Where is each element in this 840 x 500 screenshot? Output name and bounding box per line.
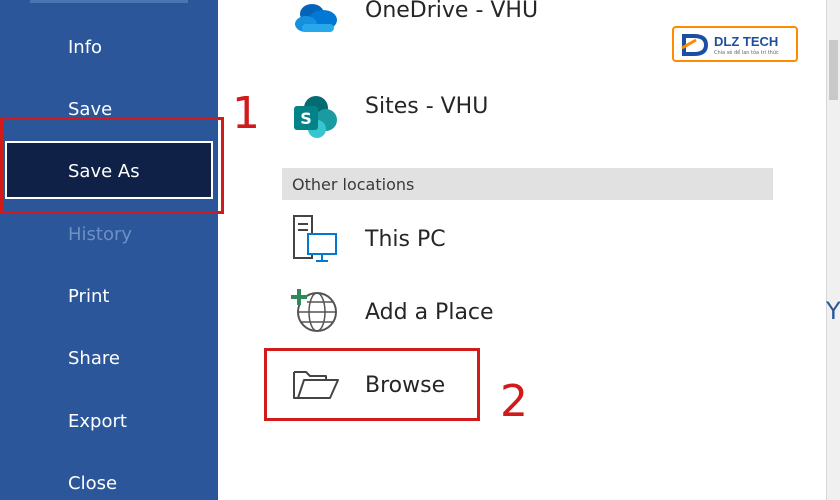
annotation-box-save-as [0,117,224,214]
sidebar-item-print[interactable]: Print [68,286,109,307]
scrollbar-thumb[interactable] [829,40,838,100]
location-sites[interactable]: Sites - VHU [365,94,488,119]
computer-icon [292,214,340,268]
location-onedrive[interactable]: OneDrive - VHU [365,0,538,23]
section-header-other-locations: Other locations [282,168,773,200]
dlz-logo-mark-icon [681,34,709,56]
sidebar-item-export[interactable]: Export [68,411,127,432]
section-header-label: Other locations [292,175,415,194]
onedrive-icon [292,0,340,40]
annotation-number-2: 2 [500,376,528,427]
annotation-number-1: 1 [232,88,260,139]
sharepoint-icon: S [292,94,340,144]
dlz-tech-logo: DLZ TECH Chia sẻ để lan tỏa tri thức [672,26,798,62]
location-this-pc[interactable]: This PC [365,227,446,252]
logo-tagline: Chia sẻ để lan tỏa tri thức [714,50,779,56]
backstage-sidebar: Info Save Save As History Print Share Ex… [0,0,218,500]
sidebar-item-share[interactable]: Share [68,348,120,369]
logo-text: DLZ TECH [714,34,779,49]
clipped-edge-text: Y [826,297,840,325]
save-locations-panel: OneDrive - VHU S Sites - VHU Other locat… [218,0,840,500]
sidebar-item-history: History [68,224,133,245]
sidebar-item-info[interactable]: Info [68,37,102,58]
sidebar-item-close[interactable]: Close [68,473,117,494]
location-add-place[interactable]: Add a Place [365,300,494,325]
globe-add-icon [290,286,340,338]
sidebar-top-divider [30,0,188,3]
annotation-box-browse [264,348,480,421]
svg-text:S: S [300,109,312,128]
